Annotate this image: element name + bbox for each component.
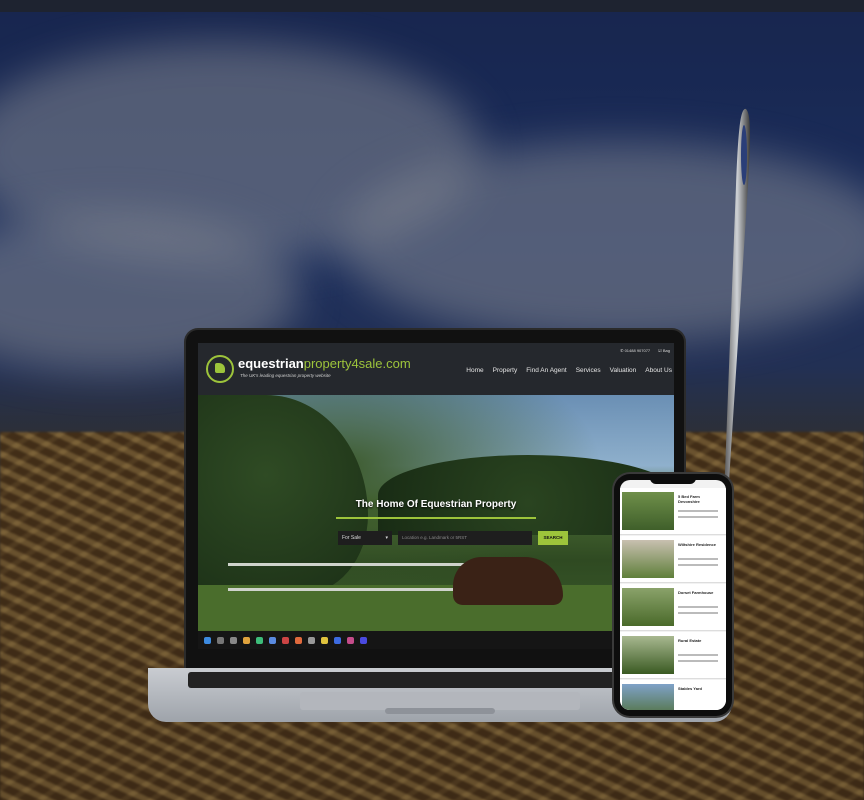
property-thumbnail xyxy=(622,684,674,710)
laptop-display: equestrianproperty4sale.com The UK's lea… xyxy=(198,343,674,649)
property-title: Rural Estate xyxy=(678,638,702,643)
property-thumbnail xyxy=(622,492,674,530)
chrome-icon[interactable] xyxy=(243,636,250,644)
keyboard xyxy=(188,672,688,688)
property-card[interactable]: Stables Yard xyxy=(620,680,726,710)
nav-about[interactable]: About Us xyxy=(645,367,672,374)
hero-section: The Home Of Equestrian Property For Sale… xyxy=(198,395,674,631)
phone-notch xyxy=(650,476,696,484)
property-title: Stables Yard xyxy=(678,686,702,691)
app-icon[interactable] xyxy=(360,636,367,644)
search-icon[interactable] xyxy=(217,636,224,644)
phone-link[interactable]: ✆ 01488 907077 xyxy=(620,348,650,353)
brand-accent: property4sale.com xyxy=(303,356,411,371)
app-icon[interactable] xyxy=(295,636,302,644)
app-icon[interactable] xyxy=(282,636,289,644)
property-detail xyxy=(678,660,718,662)
taskview-icon[interactable] xyxy=(230,636,237,644)
property-detail xyxy=(678,558,718,560)
property-detail xyxy=(678,654,718,656)
chevron-down-icon: ▾ xyxy=(385,535,388,541)
title-divider xyxy=(336,517,536,519)
hero-title: The Home Of Equestrian Property xyxy=(355,499,517,510)
property-detail xyxy=(678,564,718,566)
horse-logo-icon[interactable] xyxy=(206,355,234,383)
site-header: equestrianproperty4sale.com The UK's lea… xyxy=(198,343,674,395)
fence-image xyxy=(228,563,468,591)
site-brand[interactable]: equestrianproperty4sale.com xyxy=(238,356,411,371)
search-bar: For Sale ▾ Location e.g. Landmark or 5RST… xyxy=(338,531,568,545)
nav-valuation[interactable]: Valuation xyxy=(610,367,637,374)
property-detail xyxy=(678,612,718,614)
horse-image xyxy=(453,557,563,605)
nav-home[interactable]: Home xyxy=(466,367,483,374)
property-card[interactable]: Rural Estate xyxy=(620,632,726,679)
folder-icon[interactable] xyxy=(321,636,328,644)
bag-label: Bag xyxy=(662,348,670,353)
app-icon[interactable] xyxy=(308,636,315,644)
brand-main: equestrian xyxy=(238,356,304,371)
main-nav: Home Property Find An Agent Services Val… xyxy=(466,367,672,374)
property-title: 5 Bed Farm Devonshire xyxy=(678,494,700,504)
property-card[interactable]: 5 Bed Farm Devonshire xyxy=(620,488,726,535)
property-detail xyxy=(678,606,718,608)
listing-type-value: For Sale xyxy=(342,535,361,541)
listing-type-select[interactable]: For Sale ▾ xyxy=(338,531,392,545)
utility-links: ✆ 01488 907077 ☑ Bag xyxy=(620,348,670,353)
app-icon[interactable] xyxy=(334,636,341,644)
phone-number: 01488 907077 xyxy=(624,348,651,353)
property-detail xyxy=(678,516,718,518)
property-detail xyxy=(678,510,718,512)
property-card[interactable]: Wiltshire Residence xyxy=(620,536,726,583)
start-icon[interactable] xyxy=(204,636,211,644)
search-button[interactable]: SEARCH xyxy=(538,531,568,545)
property-thumbnail xyxy=(622,588,674,626)
bag-link[interactable]: ☑ Bag xyxy=(658,348,670,353)
laptop-lid-notch xyxy=(385,708,495,714)
property-thumbnail xyxy=(622,540,674,578)
property-title: Wiltshire Residence xyxy=(678,542,716,547)
phone-screen: 5 Bed Farm Devonshire Wiltshire Residenc… xyxy=(620,480,726,710)
nav-property[interactable]: Property xyxy=(493,367,518,374)
nav-find-agent[interactable]: Find An Agent xyxy=(526,367,566,374)
top-bar xyxy=(0,0,864,12)
os-taskbar xyxy=(198,631,674,649)
property-thumbnail xyxy=(622,636,674,674)
edge-icon[interactable] xyxy=(256,636,263,644)
store-icon[interactable] xyxy=(269,636,276,644)
nav-services[interactable]: Services xyxy=(576,367,601,374)
tagline: The UK's leading equestrian property web… xyxy=(240,373,331,378)
property-title: Dorset Farmhouse xyxy=(678,590,714,595)
location-input[interactable]: Location e.g. Landmark or 5RST xyxy=(398,531,532,545)
app-icon[interactable] xyxy=(347,636,354,644)
property-card[interactable]: Dorset Farmhouse xyxy=(620,584,726,631)
field-image xyxy=(198,585,674,631)
needle-image xyxy=(724,108,750,497)
